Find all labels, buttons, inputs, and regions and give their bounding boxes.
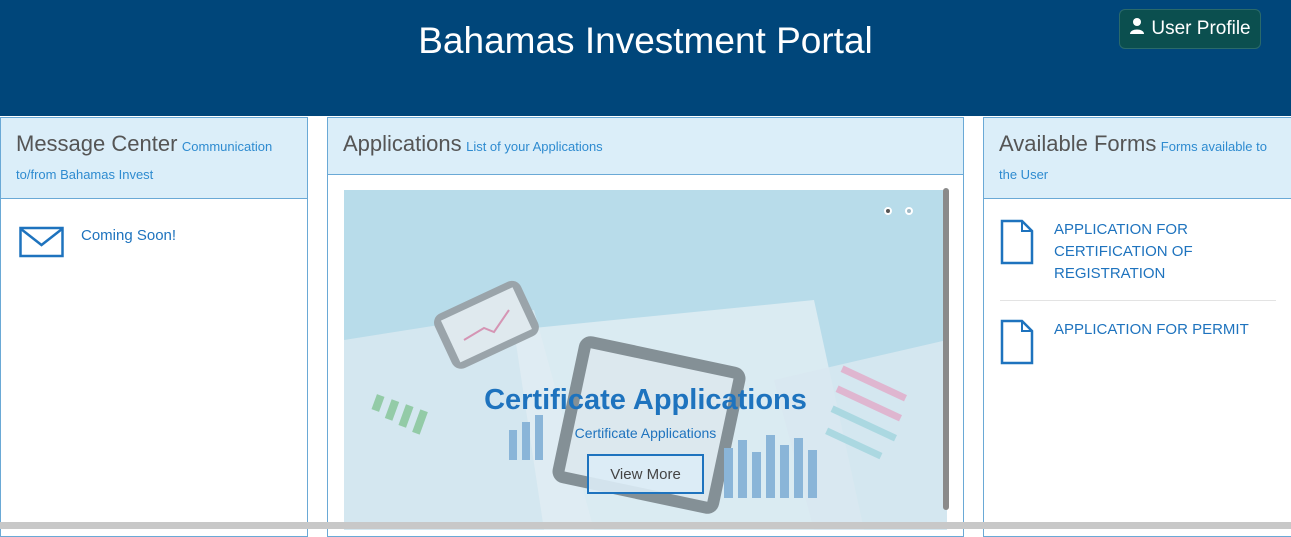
user-profile-button[interactable]: User Profile — [1119, 9, 1261, 49]
message-center-title: Message Center — [16, 131, 178, 156]
form-divider — [1000, 300, 1276, 301]
applications-carousel[interactable]: Certificate Applications Certificate App… — [344, 190, 947, 530]
page-title: Bahamas Investment Portal — [418, 20, 873, 61]
document-icon — [1000, 219, 1034, 285]
applications-title: Applications — [343, 131, 462, 156]
available-forms-panel: Available Forms Forms available to the U… — [983, 117, 1291, 537]
user-icon — [1129, 17, 1145, 41]
slide-subtitle: Certificate Applications — [574, 425, 717, 441]
user-profile-label: User Profile — [1151, 18, 1251, 39]
message-center-header: Message Center Communication to/from Bah… — [1, 118, 307, 199]
envelope-icon — [19, 224, 65, 263]
carousel-dot-1[interactable] — [884, 207, 892, 215]
available-forms-title: Available Forms — [999, 131, 1157, 156]
message-item: Coming Soon! — [19, 224, 176, 263]
form-item[interactable]: APPLICATION FOR CERTIFICATION OF REGISTR… — [1000, 219, 1276, 285]
applications-panel: Applications List of your Applications C… — [327, 117, 964, 537]
message-text: Coming Soon! — [81, 227, 177, 244]
document-icon — [1000, 319, 1034, 370]
view-more-button[interactable]: View More — [587, 454, 704, 494]
top-header: Bahamas Investment Portal User Profile — [0, 0, 1291, 116]
applications-subtitle: List of your Applications — [466, 139, 603, 154]
slide-title: Certificate Applications — [484, 384, 807, 416]
available-forms-header: Available Forms Forms available to the U… — [984, 118, 1291, 199]
vertical-scrollbar[interactable] — [943, 188, 949, 510]
applications-header: Applications List of your Applications — [328, 118, 963, 175]
horizontal-scrollbar[interactable] — [0, 522, 1291, 529]
carousel-dot-2[interactable] — [905, 207, 913, 215]
form-link[interactable]: APPLICATION FOR CERTIFICATION OF REGISTR… — [1054, 219, 1276, 285]
form-link[interactable]: APPLICATION FOR PERMIT — [1054, 319, 1249, 370]
message-center-panel: Message Center Communication to/from Bah… — [0, 117, 308, 537]
form-item[interactable]: APPLICATION FOR PERMIT — [1000, 319, 1276, 370]
